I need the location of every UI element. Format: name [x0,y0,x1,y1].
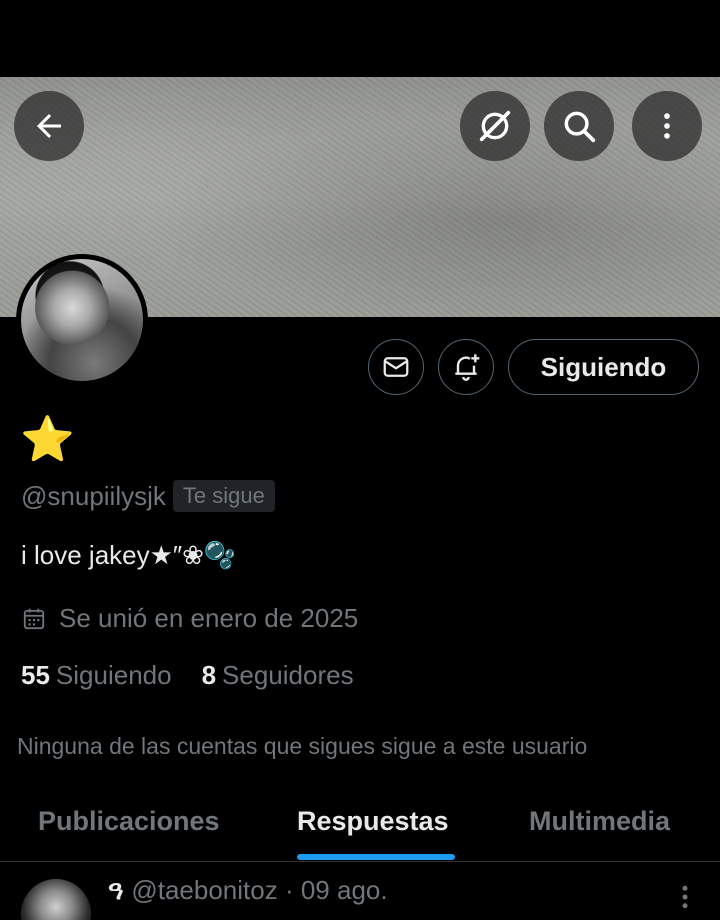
tab-respuestas[interactable]: Respuestas [297,806,449,837]
follows-you-badge: Te sigue [172,480,275,512]
handle-row: @snupiilysjk Te sigue [21,480,275,512]
profile-tabs: Publicaciones Respuestas Multimedia [0,790,720,862]
notifications-button[interactable] [438,339,494,395]
post-author-name[interactable]: ዓ [108,875,123,905]
more-vertical-icon [682,885,688,909]
active-tab-indicator [297,854,455,860]
back-arrow-icon [37,114,61,138]
tab-publicaciones[interactable]: Publicaciones [38,806,220,837]
back-button[interactable] [14,91,84,161]
avatar-image [21,259,143,381]
following-count: 55 [21,660,50,690]
following-count-link[interactable]: 55 Siguiendo [21,660,172,691]
profile-bio: i love jakey★″❀🫧 [21,540,237,570]
search-icon [564,111,596,143]
more-options-button[interactable] [632,91,702,161]
more-vertical-icon [664,113,670,139]
followers-count: 8 [201,660,217,690]
post-header: ዓ @taebonitoz · 09 ago. [108,875,388,907]
follow-counts: 55 Siguiendo 8 Seguidores [21,660,384,691]
followers-count-link[interactable]: 8 Seguidores [202,660,354,691]
post-author-handle[interactable]: @taebonitoz [131,875,277,905]
join-date: Se unió en enero de 2025 [59,603,359,633]
post-more-button[interactable] [676,882,694,917]
followers-label: Seguidores [222,660,354,690]
grok-button[interactable] [460,91,530,161]
following-button[interactable]: Siguiendo [508,339,699,395]
notification-bell-plus-icon [455,354,480,381]
post-date: · 09 ago. [284,875,388,905]
mutual-followers-note: Ninguna de las cuentas que sigues sigue … [17,733,588,759]
search-button[interactable] [544,91,614,161]
message-button[interactable] [368,339,424,395]
display-name: ⭐ [20,415,75,464]
post-author-avatar[interactable] [21,879,91,920]
tab-multimedia[interactable]: Multimedia [529,806,670,837]
following-label: Siguiendo [55,660,172,690]
join-date-row: Se unió en enero de 2025 [21,603,358,634]
status-bar-area [0,0,720,77]
grok-icon [479,110,511,142]
calendar-icon [23,608,45,629]
profile-handle: @snupiilysjk [21,480,166,511]
message-icon [383,357,409,377]
profile-avatar[interactable] [16,254,148,386]
